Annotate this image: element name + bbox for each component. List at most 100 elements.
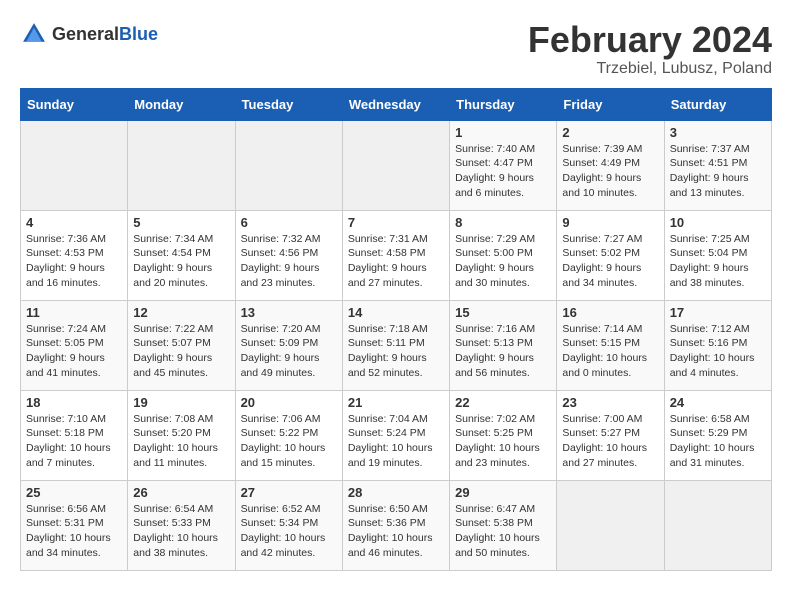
header-day-wednesday: Wednesday [342, 88, 449, 120]
day-info: Sunrise: 7:25 AM Sunset: 5:04 PM Dayligh… [670, 232, 766, 291]
day-info: Sunrise: 7:20 AM Sunset: 5:09 PM Dayligh… [241, 322, 337, 381]
day-info: Sunrise: 7:31 AM Sunset: 4:58 PM Dayligh… [348, 232, 444, 291]
day-info: Sunrise: 7:27 AM Sunset: 5:02 PM Dayligh… [562, 232, 658, 291]
day-info: Sunrise: 7:02 AM Sunset: 5:25 PM Dayligh… [455, 412, 551, 471]
calendar-header: SundayMondayTuesdayWednesdayThursdayFrid… [21, 88, 772, 120]
day-number: 23 [562, 395, 658, 410]
calendar-cell [21, 120, 128, 210]
day-info: Sunrise: 7:18 AM Sunset: 5:11 PM Dayligh… [348, 322, 444, 381]
header-day-sunday: Sunday [21, 88, 128, 120]
page-header: GeneralBlue February 2024 Trzebiel, Lubu… [20, 20, 772, 78]
calendar-cell: 22 Sunrise: 7:02 AM Sunset: 5:25 PM Dayli… [450, 390, 557, 480]
calendar-cell [664, 480, 771, 570]
calendar-cell: 2 Sunrise: 7:39 AM Sunset: 4:49 PM Daylig… [557, 120, 664, 210]
header-day-tuesday: Tuesday [235, 88, 342, 120]
day-number: 3 [670, 125, 766, 140]
calendar-cell: 29 Sunrise: 6:47 AM Sunset: 5:38 PM Dayli… [450, 480, 557, 570]
day-number: 9 [562, 215, 658, 230]
calendar-cell: 23 Sunrise: 7:00 AM Sunset: 5:27 PM Dayli… [557, 390, 664, 480]
day-number: 28 [348, 485, 444, 500]
day-number: 19 [133, 395, 229, 410]
calendar-cell: 6 Sunrise: 7:32 AM Sunset: 4:56 PM Daylig… [235, 210, 342, 300]
week-row-4: 25 Sunrise: 6:56 AM Sunset: 5:31 PM Dayli… [21, 480, 772, 570]
day-number: 15 [455, 305, 551, 320]
day-info: Sunrise: 6:52 AM Sunset: 5:34 PM Dayligh… [241, 502, 337, 561]
day-number: 29 [455, 485, 551, 500]
logo-icon [20, 20, 48, 48]
day-info: Sunrise: 7:40 AM Sunset: 4:47 PM Dayligh… [455, 142, 551, 201]
week-row-2: 11Sunrise: 7:24 AM Sunset: 5:05 PM Dayli… [21, 300, 772, 390]
day-number: 6 [241, 215, 337, 230]
week-row-0: 1 Sunrise: 7:40 AM Sunset: 4:47 PM Daylig… [21, 120, 772, 210]
day-number: 21 [348, 395, 444, 410]
day-number: 13 [241, 305, 337, 320]
calendar-body: 1 Sunrise: 7:40 AM Sunset: 4:47 PM Daylig… [21, 120, 772, 570]
title-section: February 2024 Trzebiel, Lubusz, Poland [528, 20, 772, 78]
day-number: 27 [241, 485, 337, 500]
calendar-cell: 26 Sunrise: 6:54 AM Sunset: 5:33 PM Dayli… [128, 480, 235, 570]
week-row-1: 4 Sunrise: 7:36 AM Sunset: 4:53 PM Daylig… [21, 210, 772, 300]
day-info: Sunrise: 6:58 AM Sunset: 5:29 PM Dayligh… [670, 412, 766, 471]
day-info: Sunrise: 7:10 AM Sunset: 5:18 PM Dayligh… [26, 412, 122, 471]
calendar-cell [235, 120, 342, 210]
logo-general-text: General [52, 24, 119, 44]
calendar-cell [128, 120, 235, 210]
day-number: 18 [26, 395, 122, 410]
day-info: Sunrise: 6:56 AM Sunset: 5:31 PM Dayligh… [26, 502, 122, 561]
calendar-cell: 12 Sunrise: 7:22 AM Sunset: 5:07 PM Dayli… [128, 300, 235, 390]
day-info: Sunrise: 7:32 AM Sunset: 4:56 PM Dayligh… [241, 232, 337, 291]
day-number: 11 [26, 305, 122, 320]
day-info: Sunrise: 7:04 AM Sunset: 5:24 PM Dayligh… [348, 412, 444, 471]
calendar-cell: 4 Sunrise: 7:36 AM Sunset: 4:53 PM Daylig… [21, 210, 128, 300]
header-day-saturday: Saturday [664, 88, 771, 120]
day-info: Sunrise: 6:50 AM Sunset: 5:36 PM Dayligh… [348, 502, 444, 561]
day-info: Sunrise: 7:29 AM Sunset: 5:00 PM Dayligh… [455, 232, 551, 291]
day-info: Sunrise: 7:00 AM Sunset: 5:27 PM Dayligh… [562, 412, 658, 471]
day-info: Sunrise: 7:22 AM Sunset: 5:07 PM Dayligh… [133, 322, 229, 381]
day-number: 4 [26, 215, 122, 230]
calendar-cell: 18 Sunrise: 7:10 AM Sunset: 5:18 PM Dayli… [21, 390, 128, 480]
calendar-table: SundayMondayTuesdayWednesdayThursdayFrid… [20, 88, 772, 571]
calendar-cell: 14 Sunrise: 7:18 AM Sunset: 5:11 PM Dayli… [342, 300, 449, 390]
day-info: Sunrise: 7:37 AM Sunset: 4:51 PM Dayligh… [670, 142, 766, 201]
day-info: Sunrise: 7:36 AM Sunset: 4:53 PM Dayligh… [26, 232, 122, 291]
day-info: Sunrise: 7:34 AM Sunset: 4:54 PM Dayligh… [133, 232, 229, 291]
day-number: 17 [670, 305, 766, 320]
day-info: Sunrise: 7:39 AM Sunset: 4:49 PM Dayligh… [562, 142, 658, 201]
calendar-cell: 28 Sunrise: 6:50 AM Sunset: 5:36 PM Dayli… [342, 480, 449, 570]
calendar-cell: 5 Sunrise: 7:34 AM Sunset: 4:54 PM Daylig… [128, 210, 235, 300]
day-number: 12 [133, 305, 229, 320]
calendar-cell [342, 120, 449, 210]
header-day-monday: Monday [128, 88, 235, 120]
calendar-cell: 7 Sunrise: 7:31 AM Sunset: 4:58 PM Daylig… [342, 210, 449, 300]
day-info: Sunrise: 6:54 AM Sunset: 5:33 PM Dayligh… [133, 502, 229, 561]
day-number: 5 [133, 215, 229, 230]
main-title: February 2024 [528, 20, 772, 60]
calendar-cell: 16Sunrise: 7:14 AM Sunset: 5:15 PM Dayli… [557, 300, 664, 390]
day-number: 10 [670, 215, 766, 230]
calendar-cell: 20 Sunrise: 7:06 AM Sunset: 5:22 PM Dayli… [235, 390, 342, 480]
day-number: 7 [348, 215, 444, 230]
day-info: Sunrise: 6:47 AM Sunset: 5:38 PM Dayligh… [455, 502, 551, 561]
calendar-cell: 24 Sunrise: 6:58 AM Sunset: 5:29 PM Dayli… [664, 390, 771, 480]
logo: GeneralBlue [20, 20, 158, 48]
calendar-cell: 10 Sunrise: 7:25 AM Sunset: 5:04 PM Dayli… [664, 210, 771, 300]
day-number: 16 [562, 305, 658, 320]
day-number: 25 [26, 485, 122, 500]
calendar-cell: 13 Sunrise: 7:20 AM Sunset: 5:09 PM Dayli… [235, 300, 342, 390]
day-number: 24 [670, 395, 766, 410]
day-number: 14 [348, 305, 444, 320]
day-info: Sunrise: 7:16 AM Sunset: 5:13 PM Dayligh… [455, 322, 551, 381]
day-number: 2 [562, 125, 658, 140]
day-number: 20 [241, 395, 337, 410]
calendar-cell: 27 Sunrise: 6:52 AM Sunset: 5:34 PM Dayli… [235, 480, 342, 570]
subtitle: Trzebiel, Lubusz, Poland [528, 60, 772, 78]
day-number: 22 [455, 395, 551, 410]
day-info: Sunrise: 7:06 AM Sunset: 5:22 PM Dayligh… [241, 412, 337, 471]
day-info: Sunrise: 7:12 AM Sunset: 5:16 PM Dayligh… [670, 322, 766, 381]
calendar-cell: 8Sunrise: 7:29 AM Sunset: 5:00 PM Daylig… [450, 210, 557, 300]
calendar-cell: 11Sunrise: 7:24 AM Sunset: 5:05 PM Dayli… [21, 300, 128, 390]
logo-blue-text: Blue [119, 24, 158, 44]
day-number: 26 [133, 485, 229, 500]
day-number: 1 [455, 125, 551, 140]
